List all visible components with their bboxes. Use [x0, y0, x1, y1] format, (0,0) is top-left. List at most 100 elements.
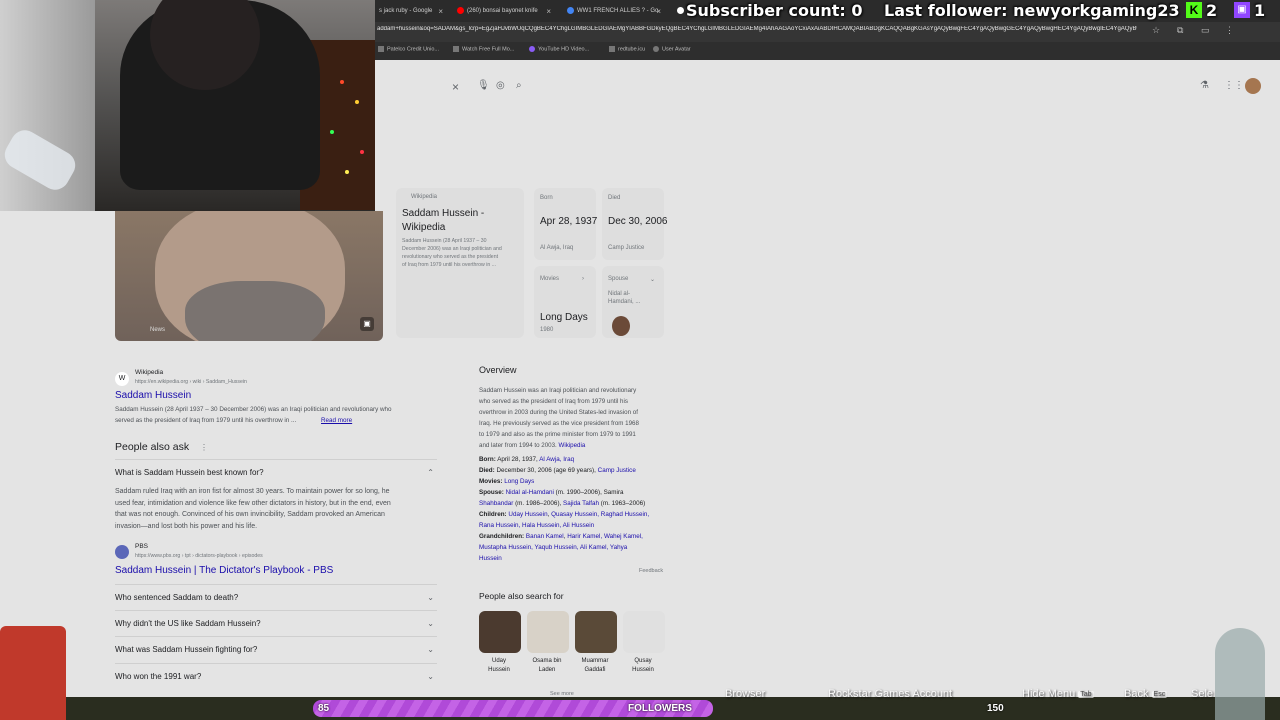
fact-link[interactable]: Nidal al-Hamdani — [506, 489, 554, 496]
hint-label: Hide Menu — [1022, 688, 1076, 700]
youtube-icon — [457, 6, 464, 14]
key-badge: Esc — [1151, 690, 1168, 698]
paa-answer-line: invasion—and lost both his power and his… — [115, 522, 258, 530]
search-icon[interactable]: ⌕ — [516, 80, 522, 91]
pas-name-line: Hussein — [632, 667, 654, 673]
fact-link[interactable]: Al Awja, Iraq — [539, 456, 574, 463]
window-icon[interactable]: ▭ — [1201, 25, 1210, 36]
google-icon — [567, 6, 574, 14]
fact-link[interactable]: Uday Hussein — [508, 511, 547, 518]
paa-question[interactable]: Who sentenced Saddam to death? ⌄ — [115, 584, 437, 610]
pas-person-image[interactable] — [527, 611, 569, 653]
fact-link[interactable]: Mustapha Hussein, Yaqub Hussein, Ali Kam… — [479, 544, 627, 551]
pas-person-image[interactable] — [623, 611, 665, 653]
more-options-icon[interactable]: ⋮ — [200, 443, 208, 452]
bookmark-item[interactable]: User Avatar — [653, 46, 691, 52]
bookmark-label: redtube.icu — [618, 46, 646, 53]
bookmark-favicon — [453, 46, 459, 52]
paa-question-expanded[interactable]: What is Saddam Hussein best known for? ⌃ — [115, 459, 437, 485]
close-icon[interactable]: × — [438, 3, 443, 20]
fact-link[interactable]: Banan Kamel — [526, 533, 564, 540]
overview-wikipedia-link[interactable]: Wikipedia — [558, 442, 585, 449]
bookmark-favicon — [609, 46, 615, 52]
fact-link[interactable]: Camp Justice — [598, 467, 636, 474]
wiki-card[interactable]: Wikipedia Saddam Hussein - Wikipedia Sad… — [396, 188, 524, 338]
paa-question-text: Who sentenced Saddam to death? — [115, 593, 239, 602]
fact-link[interactable]: Rana Hussein, Hala Hussein, Ali Hussein — [479, 522, 594, 529]
chevron-up-icon: ⌃ — [427, 468, 434, 477]
paa-question[interactable]: Why didn't the US like Saddam Hussein? ⌄ — [115, 610, 437, 636]
wiki-title[interactable]: Saddam Hussein - Wikipedia — [402, 207, 512, 235]
spouse-card[interactable]: Spouse ⌄ Nidal al-Hamdani, ... — [602, 266, 664, 338]
fact-link[interactable]: Harir Kamel, Wahej Kamel, — [567, 533, 643, 540]
extension-icon[interactable]: ⧉ — [1177, 25, 1183, 36]
pas-person-name[interactable]: Qusay Hussein — [621, 657, 665, 675]
tab-title: (260) bonsai bayonet knife — [467, 8, 538, 14]
bookmark-item[interactable]: redtube.icu — [609, 46, 645, 52]
pas-person-name[interactable]: Uday Hussein — [477, 657, 521, 675]
paa-question[interactable]: What was Saddam Hussein fighting for? ⌄ — [115, 636, 437, 662]
browser-tab[interactable]: (260) bonsai bayonet knife × — [453, 3, 553, 20]
fact-link[interactable]: Hussein — [479, 555, 502, 562]
pas-person-image[interactable] — [479, 611, 521, 653]
fact-value: (m. 1963–2006) — [600, 500, 646, 507]
paa-question[interactable]: Who won the 1991 war? ⌄ — [115, 663, 437, 689]
fact-children-cont: Rana Hussein, Hala Hussein, Ali Hussein — [479, 522, 594, 529]
lens-icon[interactable]: ◎ — [496, 80, 505, 91]
browser-tab[interactable]: s jack ruby - Google × — [375, 3, 445, 20]
result-title[interactable]: Saddam Hussein — [115, 390, 191, 401]
url-text[interactable]: addam+hussein&oq=SADAM&gs_lcrp=EgZjaHJvb… — [377, 26, 1137, 32]
star-icon[interactable]: ☆ — [1152, 25, 1160, 36]
labs-icon[interactable]: ⚗ — [1200, 80, 1209, 91]
follower-goal-target: 150 — [987, 703, 1004, 714]
clear-search-icon[interactable]: × — [452, 80, 459, 94]
microphone-icon[interactable]: 🎙 — [477, 80, 490, 91]
pas-person-name[interactable]: Muammar Gaddafi — [573, 657, 617, 675]
bookmark-item[interactable]: Patelco Credit Unio... — [378, 46, 439, 52]
knowledge-panel-photo[interactable]: News ▣ — [115, 211, 383, 341]
pas-person-image[interactable] — [575, 611, 617, 653]
hint-select: Sele — [1191, 688, 1214, 700]
fact-link[interactable]: Shahbandar — [479, 500, 513, 507]
fact-born: Born: April 28, 1937, Al Awja, Iraq — [479, 456, 574, 463]
browser-tab[interactable] — [673, 3, 687, 20]
spouse-label: Spouse — [608, 276, 629, 282]
tab-title: WW1 FRENCH ALLIES ? - Go — [577, 8, 659, 14]
paa-question-text: Who won the 1991 war? — [115, 672, 202, 681]
paa-source-link[interactable]: Saddam Hussein | The Dictator's Playbook… — [115, 565, 333, 576]
close-icon[interactable]: × — [546, 3, 551, 20]
hint-hide-menu: Hide Menu Tab — [1022, 688, 1094, 700]
feedback-link[interactable]: Feedback — [639, 568, 663, 574]
read-more-link[interactable]: Read more — [321, 417, 352, 424]
address-bar[interactable]: addam+hussein&oq=SADAM&gs_lcrp=EgZjaHJvb… — [375, 22, 1280, 42]
fact-value: (m. 1986–2006), — [515, 500, 562, 507]
browser-tab[interactable]: WW1 FRENCH ALLIES ? - Go × — [563, 3, 663, 20]
bookmark-item[interactable]: Watch Free Full Mo... — [453, 46, 514, 52]
result-url[interactable]: https://en.wikipedia.org › wiki › Saddam… — [135, 379, 247, 385]
image-gallery-icon[interactable]: ▣ — [360, 317, 374, 331]
more-icon[interactable]: ⋮ — [1225, 25, 1234, 36]
overview-text-line: overthrow in 2003 during the United Stat… — [479, 409, 638, 416]
overview-text-line: Iraq. He previously served as the vice p… — [479, 420, 639, 427]
fact-grandchildren-cont: Hussein — [479, 555, 502, 562]
fact-label: Died: — [479, 467, 495, 474]
account-avatar[interactable] — [1245, 78, 1261, 94]
died-card[interactable]: Died Dec 30, 2006 Camp Justice — [602, 188, 668, 260]
fact-label: Spouse: — [479, 489, 504, 496]
fact-link[interactable]: Quasay Hussein, Raghad Hussein, — [551, 511, 649, 518]
fact-link[interactable]: Long Days — [504, 478, 534, 485]
bookmark-item[interactable]: YouTube HD Video... — [529, 46, 589, 52]
hint-rockstar: Rockstar Games Account — [828, 688, 953, 700]
fact-link[interactable]: Sajida Talfah — [563, 500, 599, 507]
tab-title: s jack ruby - Google — [379, 8, 433, 14]
pas-person-name[interactable]: Osama bin Laden — [525, 657, 569, 675]
chevron-down-icon: ⌄ — [427, 645, 434, 654]
movies-card[interactable]: Movies › Long Days 1980 — [534, 266, 596, 338]
fact-died: Died: December 30, 2006 (age 69 years), … — [479, 467, 636, 474]
apps-grid-icon[interactable]: ⋮⋮ — [1224, 80, 1244, 91]
chevron-right-icon: › — [582, 276, 584, 282]
born-card[interactable]: Born Apr 28, 1937 Al Awja, Iraq — [534, 188, 597, 260]
close-icon[interactable]: × — [656, 3, 661, 20]
bookmark-label: YouTube HD Video... — [538, 46, 590, 53]
paa-source-url[interactable]: https://www.pbs.org › tpt › dictators-pl… — [135, 553, 263, 559]
